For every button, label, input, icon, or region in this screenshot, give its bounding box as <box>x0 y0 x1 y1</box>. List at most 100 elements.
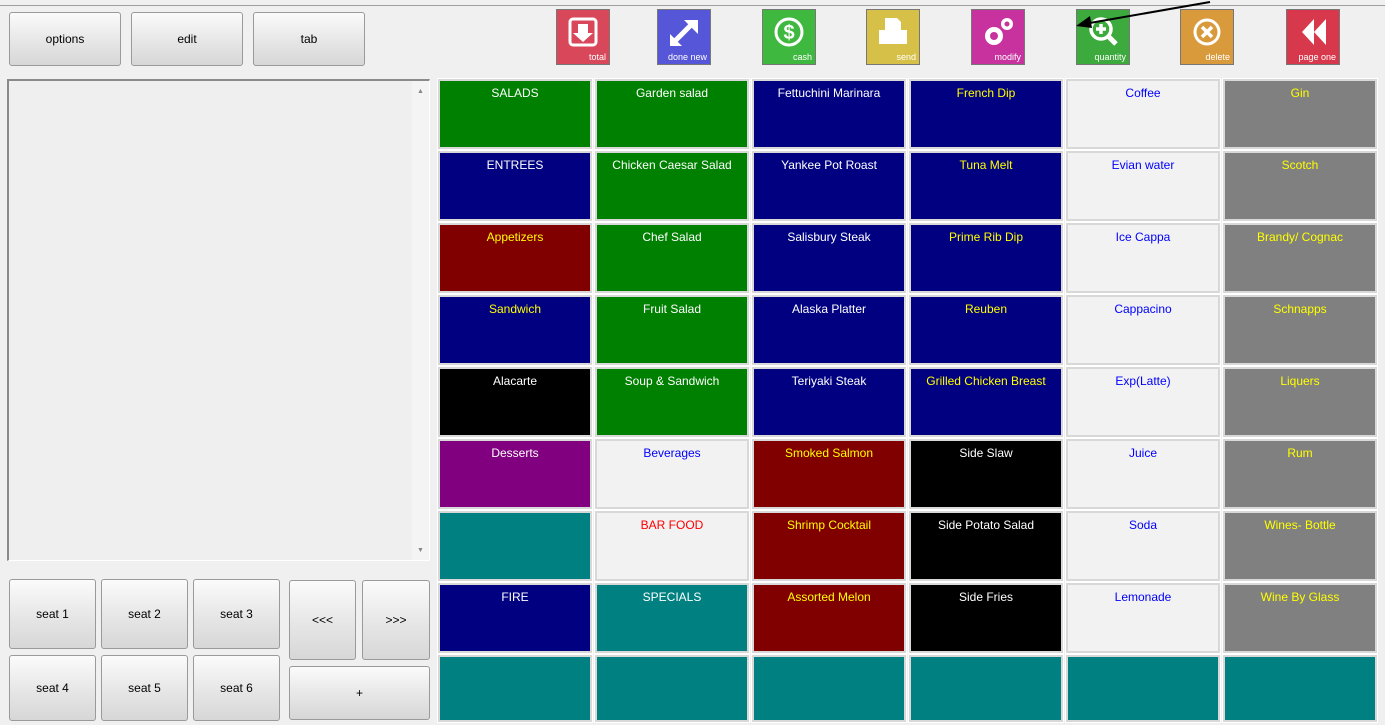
menu-item-button[interactable]: Alacarte <box>437 366 593 438</box>
menu-item-label: Desserts <box>491 446 539 460</box>
menu-item-button[interactable]: Brandy/ Cognac <box>1222 222 1378 294</box>
seat-3-button[interactable]: seat 3 <box>193 579 280 649</box>
menu-item-label: SALADS <box>491 86 539 100</box>
menu-item-button[interactable]: Schnapps <box>1222 294 1378 366</box>
menu-item-button[interactable]: Beverages <box>594 438 750 510</box>
menu-item-button[interactable]: Scotch <box>1222 150 1378 222</box>
menu-grid: SALADS ENTREES Appetizers Sandwich Alacarte D… <box>437 78 1385 725</box>
menu-item-button[interactable]: SALADS <box>437 78 593 150</box>
menu-item-button[interactable]: Reuben <box>908 294 1064 366</box>
menu-item-label: Side Slaw <box>959 446 1013 460</box>
page-one-button[interactable]: page one <box>1286 9 1340 65</box>
menu-item-label: Teriyaki Steak <box>791 374 867 388</box>
icon-button-label: total <box>588 52 606 62</box>
empty-menu-cell[interactable] <box>1065 654 1221 723</box>
total-button[interactable]: total <box>556 9 610 65</box>
done-new-button[interactable]: done new <box>657 9 711 65</box>
menu-item-label <box>440 513 590 518</box>
menu-item-button[interactable]: Yankee Pot Roast <box>751 150 907 222</box>
menu-item-label: Soda <box>1128 518 1158 532</box>
menu-item-button[interactable]: ENTREES <box>437 150 593 222</box>
menu-item-label: Garden salad <box>635 86 709 100</box>
dollar-icon: $ <box>774 17 804 47</box>
tab-button[interactable]: tab <box>253 12 365 66</box>
menu-item-button[interactable]: Fruit Salad <box>594 294 750 366</box>
menu-item-button[interactable]: SPECIALS <box>594 582 750 654</box>
menu-item-button[interactable]: Side Fries <box>908 582 1064 654</box>
menu-item-button[interactable]: Smoked Salmon <box>751 438 907 510</box>
menu-item-button[interactable]: Liquers <box>1222 366 1378 438</box>
seat-5-button[interactable]: seat 5 <box>101 655 188 721</box>
empty-menu-cell[interactable] <box>594 654 750 723</box>
menu-item-button[interactable]: Chef Salad <box>594 222 750 294</box>
annotation-arrow <box>1076 1 1211 28</box>
menu-item-button[interactable]: Alaska Platter <box>751 294 907 366</box>
empty-menu-cell[interactable] <box>437 654 593 723</box>
empty-menu-cell[interactable] <box>908 654 1064 723</box>
menu-item-button[interactable]: Tuna Melt <box>908 150 1064 222</box>
modify-button[interactable]: modify <box>971 9 1025 65</box>
menu-item-button[interactable]: Desserts <box>437 438 593 510</box>
menu-item-label: Tuna Melt <box>959 158 1013 172</box>
menu-item-button[interactable]: Evian water <box>1065 150 1221 222</box>
menu-item-label: Chicken Caesar Salad <box>612 158 732 172</box>
menu-item-button[interactable]: Grilled Chicken Breast <box>908 366 1064 438</box>
menu-item-button[interactable]: Garden salad <box>594 78 750 150</box>
menu-item-button[interactable]: Soup & Sandwich <box>594 366 750 438</box>
menu-item-button[interactable]: FIRE <box>437 582 593 654</box>
menu-item-button[interactable]: Coffee <box>1065 78 1221 150</box>
menu-item-button[interactable]: Assorted Melon <box>751 582 907 654</box>
menu-item-button[interactable]: Wine By Glass <box>1222 582 1378 654</box>
menu-item-button[interactable]: Ice Cappa <box>1065 222 1221 294</box>
seat-6-button[interactable]: seat 6 <box>193 655 280 721</box>
menu-item-label: Liquers <box>1280 374 1320 388</box>
menu-item-button[interactable]: Cappacino <box>1065 294 1221 366</box>
cash-button[interactable]: $ cash <box>762 9 816 65</box>
order-list-scrollbar[interactable]: ▲ ▼ <box>412 81 429 560</box>
menu-item-button[interactable]: BAR FOOD <box>594 510 750 582</box>
menu-item-label: Wines- Bottle <box>1264 518 1336 532</box>
menu-item-button[interactable]: Sandwich <box>437 294 593 366</box>
menu-item-button[interactable]: Teriyaki Steak <box>751 366 907 438</box>
menu-item-label: Appetizers <box>486 230 544 244</box>
icon-button-label: modify <box>994 52 1021 62</box>
seat-1-button[interactable]: seat 1 <box>9 579 96 649</box>
options-button[interactable]: options <box>9 12 121 66</box>
menu-item-button[interactable]: Juice <box>1065 438 1221 510</box>
menu-item-label: ENTREES <box>486 158 544 172</box>
menu-item-button[interactable]: Side Slaw <box>908 438 1064 510</box>
menu-item-button[interactable]: Soda <box>1065 510 1221 582</box>
scroll-down-icon[interactable]: ▼ <box>412 542 429 558</box>
seat-2-button[interactable]: seat 2 <box>101 579 188 649</box>
menu-item-button[interactable]: Gin <box>1222 78 1378 150</box>
menu-item-label: Gin <box>1290 86 1310 100</box>
menu-item-button[interactable]: French Dip <box>908 78 1064 150</box>
menu-item-button[interactable]: Chicken Caesar Salad <box>594 150 750 222</box>
menu-item-button[interactable]: Wines- Bottle <box>1222 510 1378 582</box>
plus-button[interactable]: + <box>289 666 430 720</box>
order-list[interactable]: ▲ ▼ <box>7 79 430 561</box>
menu-item-button[interactable]: Prime Rib Dip <box>908 222 1064 294</box>
prev-page-button[interactable]: <<< <box>289 580 356 660</box>
menu-item-button[interactable]: Shrimp Cocktail <box>751 510 907 582</box>
rewind-icon <box>1302 19 1326 45</box>
menu-item-button[interactable]: Rum <box>1222 438 1378 510</box>
scroll-up-icon[interactable]: ▲ <box>412 83 429 99</box>
empty-menu-cell[interactable] <box>437 510 593 582</box>
menu-item-button[interactable]: Exp(Latte) <box>1065 366 1221 438</box>
menu-item-button[interactable]: Side Potato Salad <box>908 510 1064 582</box>
seat-4-button[interactable]: seat 4 <box>9 655 96 721</box>
menu-item-button[interactable]: Appetizers <box>437 222 593 294</box>
next-page-button[interactable]: >>> <box>362 580 430 660</box>
menu-item-label: Lemonade <box>1114 590 1172 604</box>
menu-item-label: Alacarte <box>492 374 538 388</box>
menu-item-label: Rum <box>1287 446 1313 460</box>
menu-item-label: Brandy/ Cognac <box>1256 230 1344 244</box>
menu-item-button[interactable]: Salisbury Steak <box>751 222 907 294</box>
empty-menu-cell[interactable] <box>751 654 907 723</box>
empty-menu-cell[interactable] <box>1222 654 1378 723</box>
send-button[interactable]: send <box>866 9 920 65</box>
menu-item-button[interactable]: Lemonade <box>1065 582 1221 654</box>
edit-button[interactable]: edit <box>131 12 243 66</box>
menu-item-button[interactable]: Fettuchini Marinara <box>751 78 907 150</box>
